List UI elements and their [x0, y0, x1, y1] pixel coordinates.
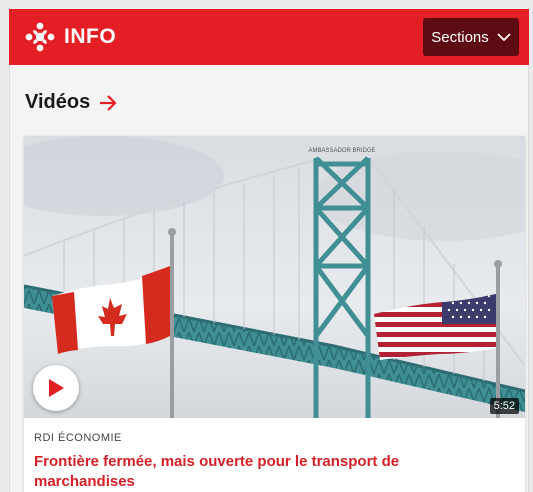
- video-headline-link[interactable]: Frontière fermée, mais ouverte pour le t…: [34, 452, 504, 492]
- sections-button-label: Sections: [431, 28, 489, 46]
- video-category-label: RDI ÉCONOMIE: [34, 432, 122, 444]
- arrow-right-icon: [100, 94, 117, 111]
- sections-menu-button[interactable]: Sections: [423, 18, 519, 56]
- play-icon: [49, 379, 64, 397]
- section-title: Vidéos: [25, 91, 91, 113]
- page-frame: INFO Sections Vidéos AMBASSADOR BRIDGE 5…: [0, 0, 533, 492]
- section-title-link[interactable]: Vidéos: [25, 91, 118, 114]
- video-card[interactable]: AMBASSADOR BRIDGE 5:52 RDI ÉCONOMIE Fron…: [24, 136, 525, 492]
- video-duration-badge: 5:52: [489, 398, 519, 414]
- info-logo-link[interactable]: INFO: [25, 22, 116, 52]
- logo-text: INFO: [64, 25, 117, 48]
- play-button[interactable]: [33, 365, 79, 411]
- bridge-flags-image: AMBASSADOR BRIDGE: [24, 136, 525, 418]
- main-content: Vidéos AMBASSADOR BRIDGE 5:52 RDI ÉCONOM…: [9, 65, 529, 492]
- bridge-sign: AMBASSADOR BRIDGE: [308, 148, 375, 154]
- video-thumbnail[interactable]: AMBASSADOR BRIDGE 5:52: [24, 136, 525, 418]
- chevron-down-icon: [497, 33, 511, 42]
- cbc-gem-icon: [25, 22, 55, 52]
- app-header: INFO Sections: [9, 9, 529, 65]
